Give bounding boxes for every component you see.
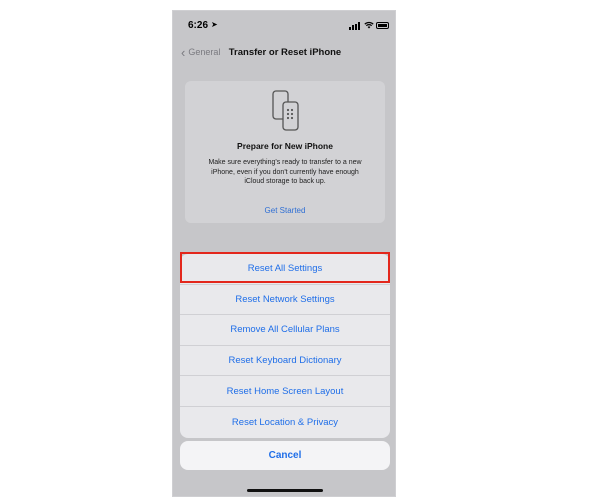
location-arrow-icon: ➤ bbox=[211, 20, 218, 29]
get-started-link[interactable]: Get Started bbox=[185, 206, 385, 215]
phone-transfer-icon bbox=[271, 89, 303, 138]
home-indicator bbox=[247, 489, 323, 492]
reset-home-screen-layout-button[interactable]: Reset Home Screen Layout bbox=[180, 376, 390, 407]
cancel-button[interactable]: Cancel bbox=[180, 441, 390, 470]
status-time: 6:26 bbox=[188, 20, 209, 31]
reset-location-privacy-button[interactable]: Reset Location & Privacy bbox=[180, 407, 390, 438]
reset-keyboard-dictionary-button[interactable]: Reset Keyboard Dictionary bbox=[180, 346, 390, 377]
card-description: Make sure everything's ready to transfer… bbox=[208, 159, 362, 185]
wifi-icon bbox=[364, 21, 374, 31]
card-title: Prepare for New iPhone bbox=[237, 141, 333, 151]
reset-all-settings-button[interactable]: Reset All Settings bbox=[180, 254, 390, 285]
remove-cellular-plans-button[interactable]: Remove All Cellular Plans bbox=[180, 315, 390, 346]
prepare-card: Prepare for New iPhone Make sure everyth… bbox=[185, 81, 385, 223]
reset-network-settings-button[interactable]: Reset Network Settings bbox=[180, 285, 390, 316]
phone-screen: 6:26 ➤ ‹ General Transfer or Reset iPhon… bbox=[172, 10, 396, 497]
cellular-signal-icon bbox=[349, 22, 361, 30]
action-sheet: Reset All Settings Reset Network Setting… bbox=[180, 254, 390, 438]
page-title: Transfer or Reset iPhone bbox=[228, 47, 342, 58]
battery-icon bbox=[376, 22, 389, 29]
status-bar: 6:26 ➤ bbox=[173, 11, 395, 43]
